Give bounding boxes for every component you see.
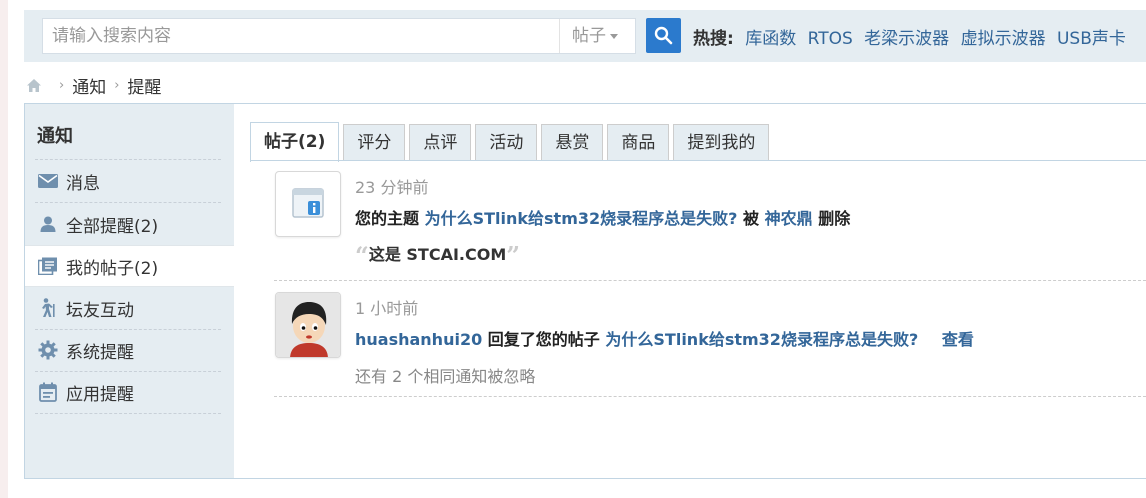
- breadcrumb-item[interactable]: 通知: [72, 73, 106, 98]
- sidebar-item-messages[interactable]: 消息: [25, 160, 234, 202]
- breadcrumb-separator: ›: [59, 78, 65, 93]
- sidebar-item-label: 坛友互动: [66, 300, 134, 321]
- user-link[interactable]: 神农鼎: [765, 209, 813, 228]
- search-type-select[interactable]: 帖子: [559, 19, 635, 53]
- notice-ignored-count: 还有 2 个相同通知被忽略: [355, 367, 536, 386]
- sidebar-title: 通知: [37, 126, 73, 147]
- sidebar-item-my-posts[interactable]: 我的帖子(2): [25, 245, 234, 287]
- avatar[interactable]: [275, 292, 341, 358]
- sidebar-item-label: 应用提醒: [66, 384, 134, 405]
- notice-divider: [274, 280, 1146, 281]
- notice-text: huashanhui20 回复了您的帖子 为什么STlink给stm32烧录程序…: [355, 326, 974, 350]
- notice-divider: [274, 396, 1146, 397]
- search-box: 帖子: [42, 18, 636, 54]
- tab-comments[interactable]: 点评: [409, 124, 472, 161]
- hot-search: 热搜: 库函数 RTOS 老梁示波器 虚拟示波器 USB声卡: [693, 24, 1132, 49]
- close-quote-icon: ”: [506, 241, 521, 270]
- posts-icon: [38, 256, 58, 276]
- breadcrumb: › 通知 › 提醒: [25, 73, 161, 98]
- sidebar-item-interaction[interactable]: 坛友互动: [25, 287, 234, 329]
- page-left-edge: [0, 0, 8, 498]
- breadcrumb-separator: ›: [114, 78, 120, 93]
- user-link[interactable]: huashanhui20: [355, 330, 482, 349]
- search-type-label: 帖子: [572, 26, 606, 46]
- tab-goods[interactable]: 商品: [607, 124, 670, 161]
- tab-posts[interactable]: 帖子(2): [250, 122, 340, 162]
- open-quote-icon: “: [355, 241, 369, 270]
- search-button[interactable]: [646, 18, 681, 53]
- sidebar-item-label: 系统提醒: [66, 342, 134, 363]
- notice-mid: 被: [743, 209, 760, 228]
- gear-icon: [38, 340, 58, 360]
- envelope-icon: [38, 171, 58, 191]
- tab-mentions[interactable]: 提到我的: [673, 124, 770, 161]
- hot-term-link[interactable]: 老梁示波器: [864, 29, 949, 49]
- sidebar-divider: [35, 413, 221, 414]
- hot-term-link[interactable]: 库函数: [745, 29, 796, 49]
- breadcrumb-item[interactable]: 提醒: [127, 73, 161, 98]
- notice-prefix: 您的主题: [355, 209, 420, 228]
- calendar-icon: [38, 382, 58, 402]
- notice-text: 您的主题 为什么STlink给stm32烧录程序总是失败? 被 神农鼎 删除: [355, 205, 850, 229]
- search-input[interactable]: [43, 19, 559, 53]
- sidebar-item-system[interactable]: 系统提醒: [25, 329, 234, 371]
- notice-action: 删除: [818, 209, 851, 228]
- user-icon: [38, 214, 58, 234]
- sidebar-item-label: 全部提醒(2): [66, 216, 159, 237]
- home-icon[interactable]: [25, 77, 43, 95]
- quote-text: 这是 STCAI.COM: [368, 245, 507, 264]
- sidebar-item-label: 消息: [66, 173, 100, 194]
- view-link[interactable]: 查看: [942, 330, 974, 349]
- sidebar-item-apps[interactable]: 应用提醒: [25, 371, 234, 413]
- system-notice-icon: [275, 171, 341, 237]
- tab-rating[interactable]: 评分: [343, 124, 406, 161]
- main-frame: 通知 消息 全部提醒(2) 我的帖子(2) 坛友互动 系统提醒 应用提醒 帖子(…: [24, 103, 1146, 479]
- sidebar-item-all-reminders[interactable]: 全部提醒(2): [25, 203, 234, 245]
- notice-time: 1 小时前: [355, 299, 419, 318]
- sidebar-item-label: 我的帖子(2): [66, 258, 159, 279]
- hot-term-link[interactable]: USB声卡: [1057, 29, 1126, 49]
- hot-term-link[interactable]: RTOS: [808, 29, 853, 49]
- search-icon: [654, 26, 673, 45]
- walking-person-icon: [38, 298, 58, 318]
- sidebar: 通知 消息 全部提醒(2) 我的帖子(2) 坛友互动 系统提醒 应用提醒: [25, 104, 234, 478]
- notice-quote: “这是 STCAI.COM”: [355, 241, 520, 270]
- chevron-down-icon: [610, 33, 618, 39]
- tab-activity[interactable]: 活动: [475, 124, 538, 161]
- thread-link[interactable]: 为什么STlink给stm32烧录程序总是失败?: [425, 209, 738, 228]
- notice-action: 回复了您的帖子: [487, 330, 600, 349]
- tab-underline: [250, 160, 1146, 161]
- tab-reward[interactable]: 悬赏: [541, 124, 604, 161]
- hot-search-label: 热搜:: [693, 29, 734, 49]
- thread-link[interactable]: 为什么STlink给stm32烧录程序总是失败?: [605, 330, 918, 349]
- search-bar: 帖子 热搜: 库函数 RTOS 老梁示波器 虚拟示波器 USB声卡: [24, 10, 1146, 62]
- tab-bar: 帖子(2) 评分 点评 活动 悬赏 商品 提到我的: [250, 121, 773, 162]
- notice-time: 23 分钟前: [355, 178, 429, 197]
- hot-term-link[interactable]: 虚拟示波器: [961, 29, 1046, 49]
